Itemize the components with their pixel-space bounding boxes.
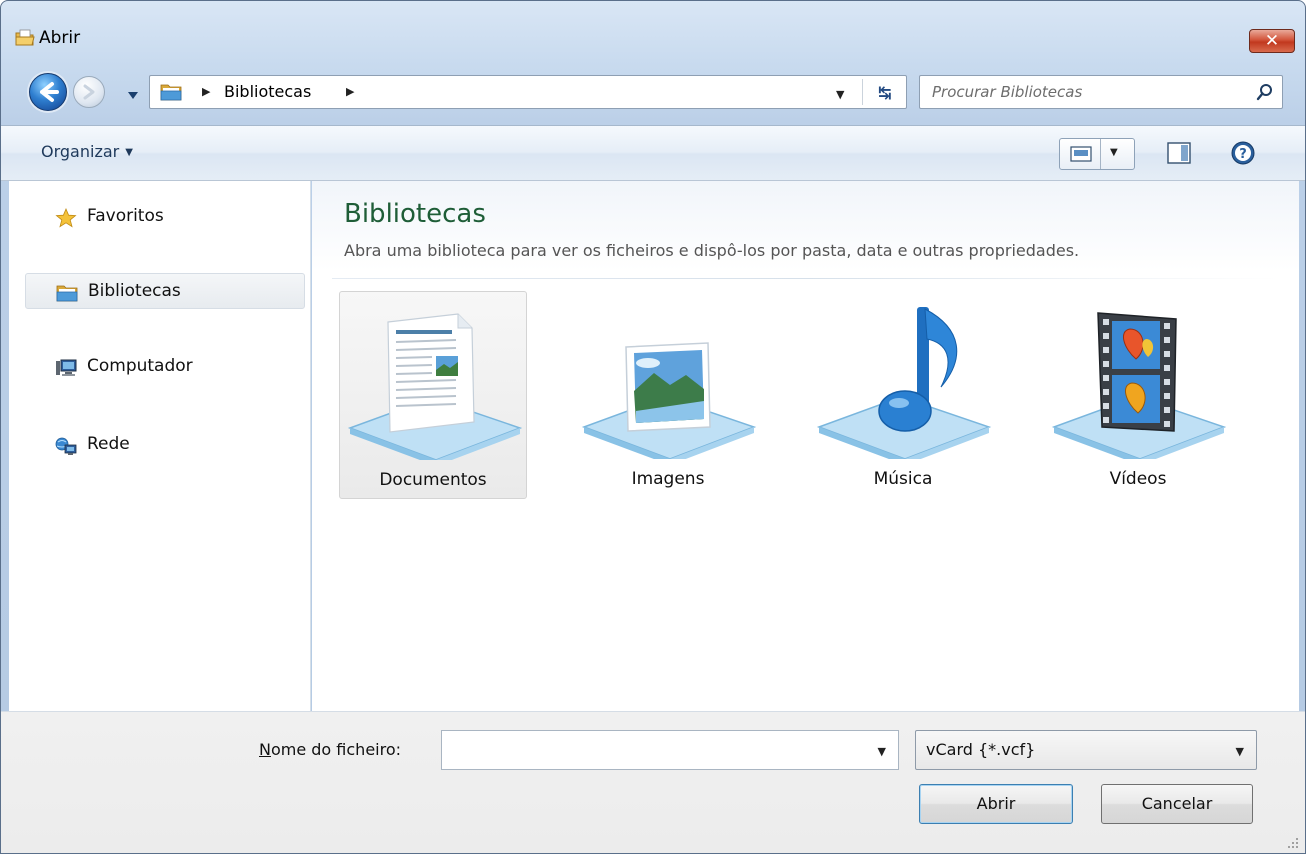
network-icon bbox=[55, 437, 77, 455]
window-title: Abrir bbox=[39, 28, 81, 48]
videos-library-icon bbox=[1051, 312, 1227, 459]
close-icon: ✕ bbox=[1264, 31, 1280, 51]
address-divider bbox=[862, 79, 863, 105]
views-divider bbox=[1100, 139, 1101, 169]
forward-arrow-icon bbox=[83, 84, 95, 100]
library-tile-documentos[interactable]: Documentos bbox=[339, 291, 527, 499]
refresh-icon: ↹ bbox=[878, 83, 892, 102]
chevron-down-icon: ▼ bbox=[1235, 745, 1244, 758]
history-dropdown-icon[interactable] bbox=[127, 89, 139, 101]
filetype-value: vCard {*.vcf} bbox=[926, 740, 1036, 759]
address-dropdown-icon[interactable]: ▼ bbox=[836, 88, 844, 101]
command-bar: Organizar ▼ ▼ ? bbox=[1, 125, 1305, 181]
library-label: Imagens bbox=[631, 469, 705, 489]
chevron-down-icon[interactable]: ▼ bbox=[878, 745, 886, 758]
library-label: Documentos bbox=[379, 470, 487, 490]
chevron-down-icon[interactable]: ▼ bbox=[1110, 147, 1118, 158]
sidebar-item-rede[interactable]: Rede bbox=[25, 427, 305, 463]
pictures-library-icon bbox=[581, 342, 757, 459]
music-library-icon bbox=[816, 307, 992, 459]
breadcrumb-separator-icon[interactable]: ▶ bbox=[346, 85, 354, 98]
back-button[interactable] bbox=[29, 73, 67, 111]
filetype-select[interactable]: vCard {*.vcf} ▼ bbox=[915, 730, 1257, 770]
open-button[interactable]: Abrir bbox=[919, 784, 1073, 824]
file-selection-panel: Nome do ficheiro: ▼ vCard {*.vcf} ▼ Abri… bbox=[1, 711, 1305, 853]
back-arrow-icon bbox=[40, 82, 59, 102]
svg-text:?: ? bbox=[1239, 147, 1247, 162]
navigation-pane: Favoritos Bibliotecas Computador Rede bbox=[9, 181, 311, 711]
library-label: Música bbox=[873, 469, 933, 489]
organize-label: Organizar bbox=[41, 142, 120, 161]
computer-icon bbox=[56, 359, 77, 376]
filename-combobox[interactable]: ▼ bbox=[441, 730, 899, 770]
content-pane: Bibliotecas Abra uma biblioteca para ver… bbox=[312, 181, 1299, 711]
page-description: Abra uma biblioteca para ver os ficheiro… bbox=[344, 241, 1080, 260]
sidebar-item-label: Rede bbox=[87, 434, 130, 454]
filename-label: Nome do ficheiro: bbox=[259, 740, 401, 759]
library-label: Vídeos bbox=[1109, 469, 1167, 489]
help-icon[interactable]: ? bbox=[1231, 141, 1255, 165]
open-file-dialog: Abrir ✕ ▶ Bibliotecas ▶ ▼ ↹ Procurar Bib… bbox=[0, 0, 1306, 854]
search-box[interactable] bbox=[919, 75, 1283, 109]
breadcrumb-separator-icon[interactable]: ▶ bbox=[202, 85, 210, 98]
library-tile-musica[interactable]: Música bbox=[809, 291, 997, 499]
page-title: Bibliotecas bbox=[344, 199, 486, 229]
close-button[interactable]: ✕ bbox=[1249, 29, 1295, 53]
documents-library-icon bbox=[347, 313, 523, 460]
title-bar: Abrir ✕ bbox=[1, 1, 1305, 59]
sidebar-item-bibliotecas[interactable]: Bibliotecas bbox=[25, 273, 305, 309]
preview-pane-icon[interactable] bbox=[1167, 142, 1191, 164]
libraries-folder-icon bbox=[56, 285, 78, 302]
sidebar-item-label: Computador bbox=[87, 356, 193, 376]
filename-label-accelerator: N bbox=[259, 740, 271, 759]
forward-button[interactable] bbox=[73, 76, 105, 108]
sidebar-item-label: Bibliotecas bbox=[88, 281, 181, 301]
star-icon bbox=[55, 208, 77, 228]
refresh-button[interactable]: ↹ bbox=[870, 80, 900, 106]
folder-open-icon bbox=[15, 29, 35, 46]
change-view-button[interactable]: ▼ bbox=[1059, 138, 1135, 170]
library-tile-videos[interactable]: Vídeos bbox=[1044, 291, 1232, 499]
cancel-button[interactable]: Cancelar bbox=[1101, 784, 1253, 824]
library-tile-imagens[interactable]: Imagens bbox=[574, 291, 762, 499]
navigation-bar: ▶ Bibliotecas ▶ ▼ ↹ bbox=[1, 69, 1305, 113]
search-input[interactable] bbox=[920, 76, 1240, 108]
organize-button[interactable]: Organizar ▼ bbox=[41, 142, 133, 161]
chevron-down-icon: ▼ bbox=[125, 147, 133, 158]
filename-label-text: ome do ficheiro: bbox=[270, 740, 402, 759]
view-thumbnail-icon bbox=[1070, 146, 1092, 162]
libraries-folder-icon bbox=[160, 84, 182, 101]
sidebar-item-favoritos[interactable]: Favoritos bbox=[25, 199, 305, 235]
search-icon[interactable] bbox=[1256, 83, 1274, 101]
filename-input[interactable] bbox=[442, 731, 862, 769]
header-divider bbox=[332, 278, 1278, 279]
resize-grip-icon[interactable] bbox=[1287, 837, 1299, 849]
sidebar-item-label: Favoritos bbox=[87, 206, 164, 226]
sidebar-item-computador[interactable]: Computador bbox=[25, 349, 305, 385]
address-bar[interactable]: ▶ Bibliotecas ▶ ▼ ↹ bbox=[149, 75, 907, 109]
breadcrumb-bibliotecas[interactable]: Bibliotecas bbox=[224, 82, 311, 101]
